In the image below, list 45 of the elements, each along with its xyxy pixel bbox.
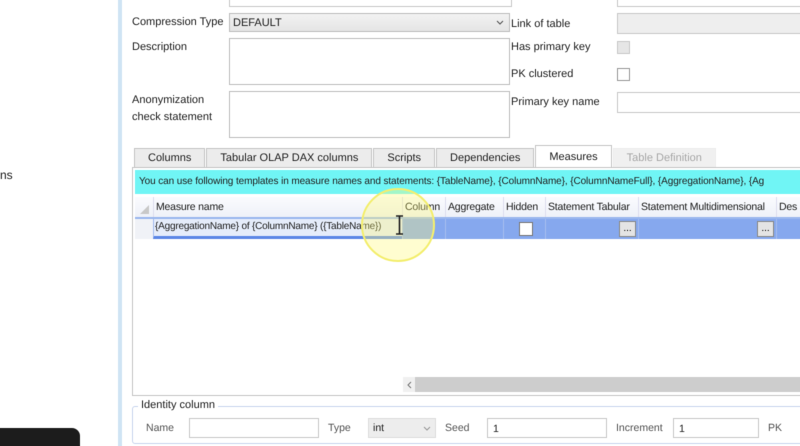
scroll-left-icon[interactable] xyxy=(406,380,412,388)
tab[interactable]: Dependencies xyxy=(436,148,534,167)
field-label: Primary key name xyxy=(511,96,601,108)
field-label: Link of table xyxy=(511,18,572,30)
field-label: Compression Type xyxy=(132,15,225,30)
checkbox[interactable] xyxy=(617,68,630,80)
field-label: Anonymization check statement xyxy=(132,93,214,125)
text-field[interactable] xyxy=(617,92,800,112)
column-header[interactable]: Hidden xyxy=(503,197,545,217)
field-label: PK clustered xyxy=(511,68,574,80)
type-dropdown[interactable]: int xyxy=(368,418,436,438)
ellipsis-button[interactable]: ... xyxy=(757,221,774,237)
ellipsis-button[interactable]: ... xyxy=(619,221,636,237)
tab[interactable]: Scripts xyxy=(373,148,436,167)
field-label: Increment xyxy=(616,422,664,434)
column-header[interactable]: Des xyxy=(776,197,800,217)
tab[interactable]: Tabular OLAP DAX columns xyxy=(206,148,372,167)
field-label: Seed xyxy=(445,422,471,434)
grid-corner xyxy=(140,205,148,214)
text-area[interactable] xyxy=(229,38,510,85)
text-cursor-icon xyxy=(395,215,404,235)
tab[interactable]: Measures xyxy=(535,145,612,167)
field-label: Has primary key xyxy=(511,41,592,53)
text-area[interactable] xyxy=(229,91,510,138)
sidebar-text: ns xyxy=(0,168,14,182)
text-field[interactable]: 1 xyxy=(673,418,759,438)
group-legend: Identity column xyxy=(138,399,218,411)
text-field[interactable] xyxy=(189,418,319,438)
chevron-down-icon xyxy=(496,20,504,25)
field-label: Description xyxy=(132,40,188,55)
checkbox[interactable] xyxy=(519,222,533,236)
field-label: PK xyxy=(768,422,784,434)
field-label: Name xyxy=(146,422,176,434)
tab[interactable]: Columns xyxy=(134,148,206,167)
column-header[interactable]: Statement Tabular xyxy=(545,197,638,217)
text-field[interactable]: 1 xyxy=(487,418,607,438)
field-label: Type xyxy=(328,422,352,434)
taskbar-button[interactable] xyxy=(0,428,80,446)
info-banner: You can use following templates in measure names and statements: {TableName}, {ColumnName}, {ColumnNameFull}, {AggregationName}, {Ag xyxy=(135,170,800,194)
row-header[interactable] xyxy=(135,219,153,239)
column-header[interactable]: Measure name xyxy=(153,197,402,217)
compression-type-dropdown[interactable]: DEFAULT xyxy=(229,13,510,32)
chevron-down-icon xyxy=(423,426,431,430)
column-header[interactable]: Aggregate xyxy=(445,197,503,217)
column-header[interactable]: Statement Multidimensional xyxy=(638,197,776,217)
